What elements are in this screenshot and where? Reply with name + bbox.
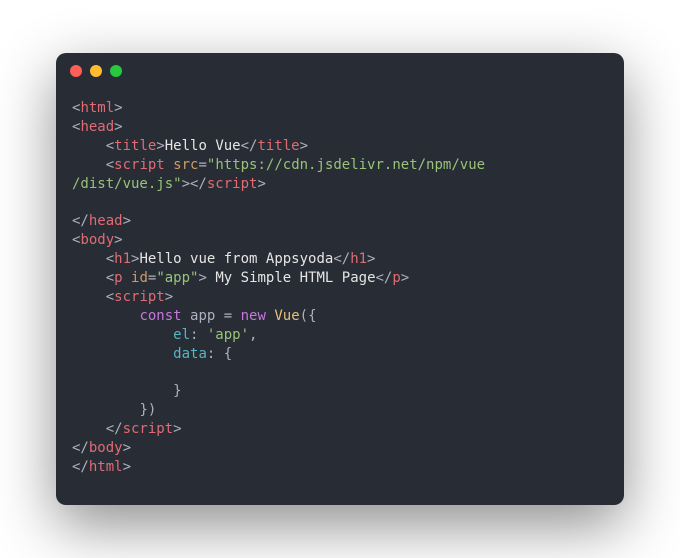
paren-open: ({ xyxy=(300,308,317,324)
maximize-icon[interactable] xyxy=(110,65,122,77)
class-vue: Vue xyxy=(274,308,299,324)
minimize-icon[interactable] xyxy=(90,65,102,77)
attr-src: src xyxy=(173,157,198,173)
src-url-a: "https://cdn.jsdelivr.net/npm/vue xyxy=(207,157,485,173)
tag-p-close: p xyxy=(392,270,400,286)
tag-script-cdn-close: script xyxy=(207,176,258,192)
close-paren: }) xyxy=(139,402,156,418)
tag-title-close: title xyxy=(257,138,299,154)
h1-text: Hello vue from Appsyoda xyxy=(139,251,333,267)
tag-p-open: p xyxy=(114,270,122,286)
tag-title-open: title xyxy=(114,138,156,154)
tag-body-close: body xyxy=(89,440,123,456)
id-val: "app" xyxy=(156,270,198,286)
tag-script-inline-open: script xyxy=(114,289,165,305)
prop-el: el xyxy=(173,327,190,343)
close-brace: } xyxy=(173,383,181,399)
code-block: <html> <head> <title>Hello Vue</title> <… xyxy=(56,89,624,505)
prop-data: data xyxy=(173,346,207,362)
colon: : xyxy=(190,327,207,343)
attr-id: id xyxy=(131,270,148,286)
window-titlebar xyxy=(56,53,624,89)
tag-html-close: html xyxy=(89,459,123,475)
tag-h1-open: h1 xyxy=(114,251,131,267)
code-window: <html> <head> <title>Hello Vue</title> <… xyxy=(56,53,624,505)
colon-brace: : { xyxy=(207,346,232,362)
kw-new: new xyxy=(241,308,266,324)
el-val: 'app' xyxy=(207,327,249,343)
tag-body-open: body xyxy=(80,232,114,248)
src-url-b: /dist/vue.js" xyxy=(72,176,182,192)
tag-html-open: html xyxy=(80,100,114,116)
p-text: My Simple HTML Page xyxy=(207,270,376,286)
tag-script-inline-close: script xyxy=(123,421,174,437)
var-app: app = xyxy=(182,308,241,324)
tag-script-cdn: script xyxy=(114,157,165,173)
comma: , xyxy=(249,327,257,343)
tag-head-open: head xyxy=(80,119,114,135)
title-text: Hello Vue xyxy=(165,138,241,154)
close-icon[interactable] xyxy=(70,65,82,77)
tag-h1-close: h1 xyxy=(350,251,367,267)
tag-head-close: head xyxy=(89,213,123,229)
kw-const: const xyxy=(139,308,181,324)
